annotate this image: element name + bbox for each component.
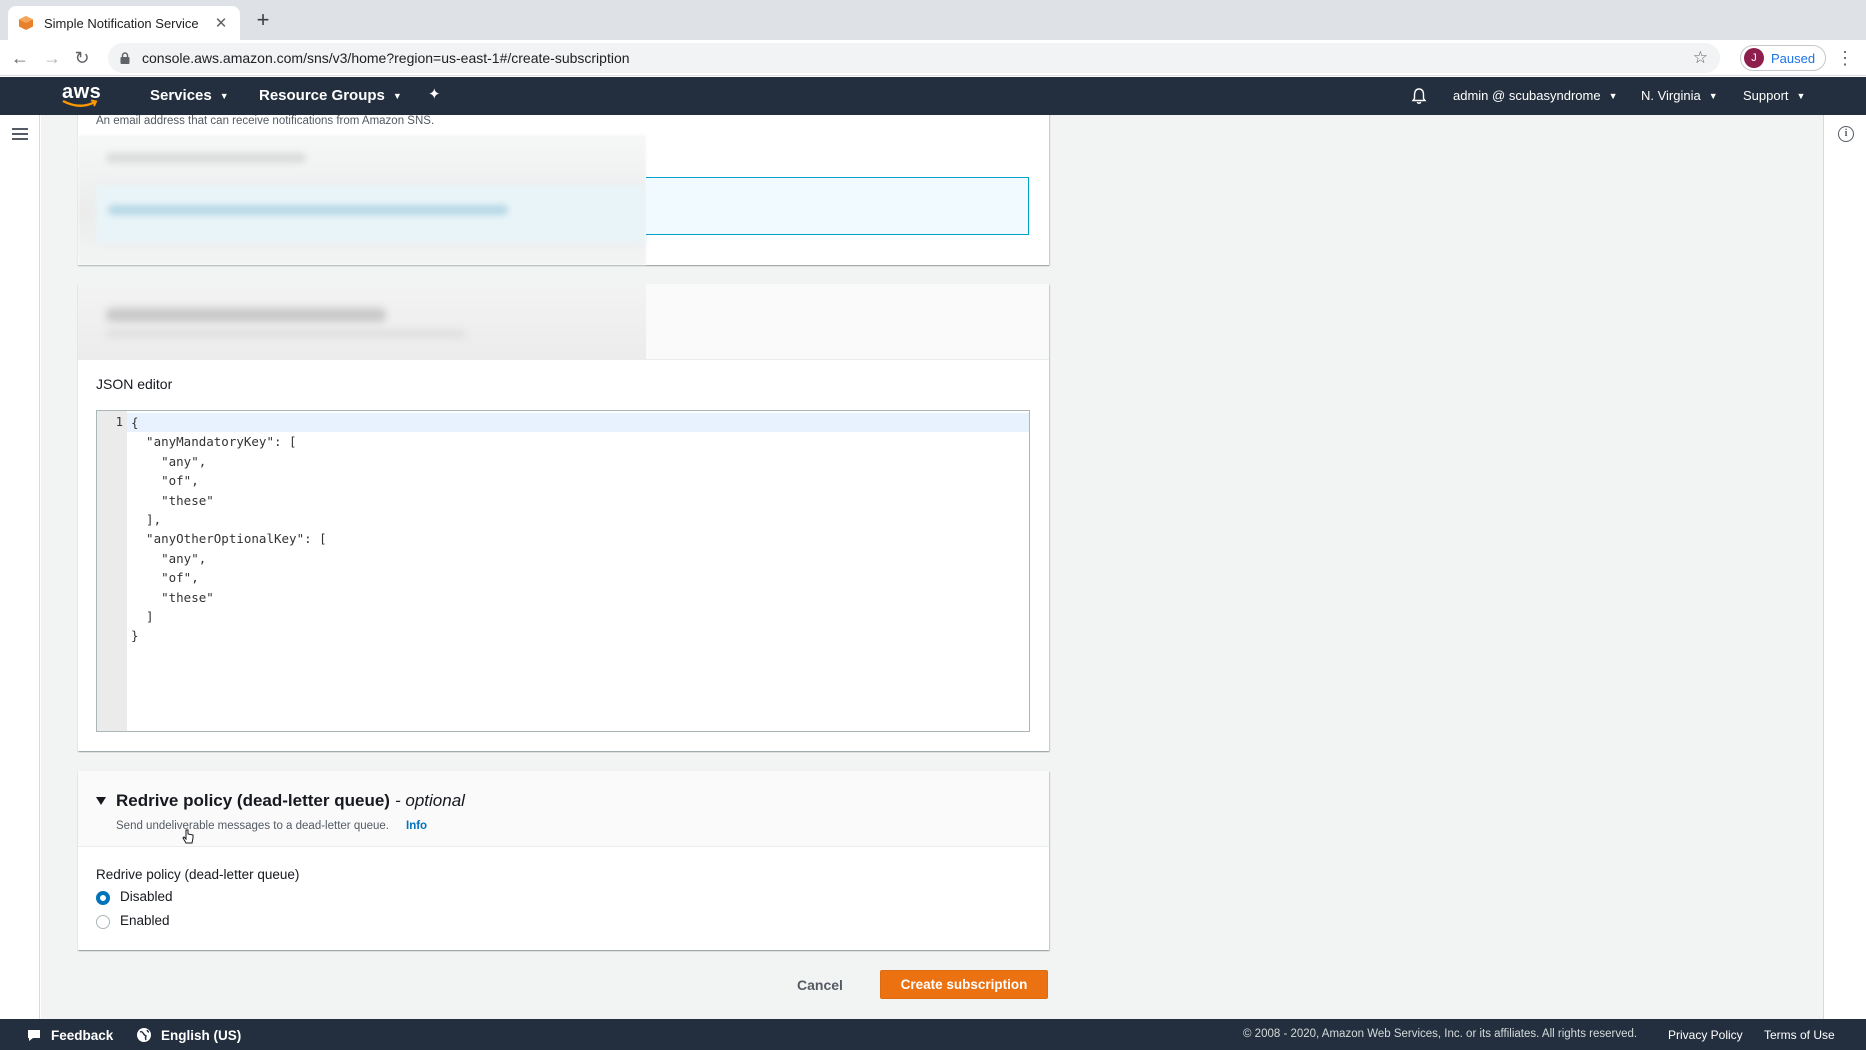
region-menu[interactable]: N. Virginia ▼	[1641, 88, 1718, 103]
code-line: "these"	[131, 492, 214, 508]
aws-console-header: aws Services ▼ Resource Groups ▼ ✦ admin…	[0, 77, 1866, 115]
language-selector[interactable]: English (US)	[136, 1027, 241, 1043]
blurred-value	[108, 205, 508, 215]
browser-tab-bar: Simple Notification Service ✕ +	[0, 0, 1866, 40]
code-line: "anyOtherOptionalKey": [	[131, 531, 327, 547]
forward-arrow-icon[interactable]: →	[40, 46, 64, 70]
account-menu[interactable]: admin @ scubasyndrome ▼	[1453, 88, 1618, 103]
redrive-policy-header[interactable]: Redrive policy (dead-letter queue) - opt…	[78, 771, 1049, 847]
mouse-cursor-icon	[182, 829, 194, 844]
code-line: "these"	[131, 589, 214, 605]
info-icon[interactable]: i	[1838, 126, 1854, 142]
active-line-highlight	[127, 413, 1029, 432]
radio-enabled-label[interactable]: Enabled	[120, 913, 170, 928]
privacy-policy-link[interactable]: Privacy Policy	[1668, 1028, 1743, 1042]
cancel-button[interactable]: Cancel	[797, 977, 843, 993]
info-link[interactable]: Info	[406, 820, 427, 832]
left-nav-rail	[0, 115, 40, 1019]
blurred-label	[106, 153, 306, 163]
pin-icon[interactable]: ✦	[428, 85, 441, 103]
redrive-description: Send undeliverable messages to a dead-le…	[116, 820, 389, 832]
main-content: An email address that can receive notifi…	[41, 115, 1823, 1019]
services-label: Services	[150, 87, 212, 104]
code-line: "anyMandatoryKey": [	[131, 434, 297, 450]
code-line: {	[131, 415, 139, 430]
browser-toolbar: ← → ↻ console.aws.amazon.com/sns/v3/home…	[0, 40, 1866, 76]
optional-label: - optional	[395, 791, 465, 810]
code-line: "any",	[131, 550, 207, 566]
endpoint-hint: An email address that can receive notifi…	[96, 115, 435, 127]
profile-button[interactable]: J Paused	[1740, 45, 1826, 71]
bell-icon[interactable]	[1410, 87, 1428, 105]
speech-bubble-icon	[28, 1030, 40, 1041]
code-line: }	[131, 628, 139, 644]
close-tab-icon[interactable]: ✕	[212, 14, 230, 32]
bookmark-star-icon[interactable]: ☆	[1693, 48, 1708, 68]
line-number: 1	[115, 415, 123, 429]
code-line: "any",	[131, 453, 207, 469]
blurred-region	[78, 135, 646, 265]
redrive-title: Redrive policy (dead-letter queue)	[116, 791, 390, 810]
filter-policy-header	[78, 284, 1049, 360]
redrive-group-label: Redrive policy (dead-letter queue)	[96, 867, 300, 882]
json-editor[interactable]: 1 { "anyMandatoryKey": [ "any", "of", "t…	[96, 410, 1030, 732]
code-line: ],	[131, 512, 162, 527]
help-panel-rail: i	[1823, 115, 1866, 1019]
endpoint-input[interactable]	[646, 177, 1029, 235]
account-label: admin @ scubasyndrome	[1453, 88, 1601, 103]
chevron-down-icon: ▼	[392, 90, 402, 101]
aws-logo[interactable]: aws	[58, 81, 102, 111]
address-bar[interactable]: console.aws.amazon.com/sns/v3/home?regio…	[108, 43, 1720, 73]
language-label: English (US)	[161, 1027, 242, 1043]
radio-disabled[interactable]	[96, 891, 110, 905]
blurred-region	[78, 284, 646, 360]
new-tab-icon[interactable]: +	[252, 9, 274, 32]
code-line: "of",	[131, 473, 199, 489]
globe-icon	[137, 1028, 151, 1042]
support-label: Support	[1743, 88, 1789, 103]
feedback-button[interactable]: Feedback	[26, 1027, 113, 1043]
filter-policy-panel: JSON editor 1 { "anyMandatoryKey": [ "an…	[78, 284, 1049, 751]
chevron-down-icon: ▼	[1708, 90, 1718, 101]
radio-enabled[interactable]	[96, 915, 110, 929]
aws-favicon-icon	[19, 16, 33, 30]
chevron-down-icon: ▼	[1608, 90, 1618, 101]
tab-title: Simple Notification Service	[44, 15, 199, 31]
profile-status: Paused	[1771, 50, 1816, 66]
resource-groups-menu[interactable]: Resource Groups ▼	[259, 87, 402, 104]
back-arrow-icon[interactable]: ←	[8, 46, 32, 70]
editor-gutter: 1	[97, 411, 127, 731]
radio-disabled-label[interactable]: Disabled	[120, 889, 173, 904]
lock-icon	[120, 52, 130, 64]
browser-menu-icon[interactable]: ⋮	[1836, 48, 1854, 68]
browser-tab[interactable]: Simple Notification Service ✕	[8, 6, 240, 40]
details-panel: An email address that can receive notifi…	[78, 115, 1049, 265]
chevron-down-icon: ▼	[1796, 90, 1806, 101]
redrive-policy-panel: Redrive policy (dead-letter queue) - opt…	[78, 771, 1049, 950]
support-menu[interactable]: Support ▼	[1743, 88, 1805, 103]
console-footer: Feedback English (US) © 2008 - 2020, Ama…	[0, 1019, 1866, 1050]
code-line: "of",	[131, 570, 199, 586]
json-editor-label: JSON editor	[96, 376, 173, 392]
blurred-title	[106, 308, 386, 322]
region-label: N. Virginia	[1641, 88, 1701, 103]
copyright-text: © 2008 - 2020, Amazon Web Services, Inc.…	[1243, 1028, 1638, 1040]
chevron-down-icon: ▼	[219, 90, 229, 101]
url-text: console.aws.amazon.com/sns/v3/home?regio…	[142, 50, 630, 66]
code-line: ]	[131, 609, 154, 624]
avatar: J	[1744, 48, 1764, 68]
caret-down-icon[interactable]	[96, 797, 106, 805]
resource-groups-label: Resource Groups	[259, 87, 385, 104]
hamburger-menu-icon[interactable]	[12, 128, 28, 140]
blurred-description	[106, 330, 466, 338]
reload-icon[interactable]: ↻	[70, 46, 94, 70]
aws-smile-icon	[62, 99, 98, 107]
feedback-label: Feedback	[51, 1027, 114, 1043]
services-menu[interactable]: Services ▼	[150, 87, 229, 104]
terms-of-use-link[interactable]: Terms of Use	[1764, 1028, 1835, 1042]
create-subscription-button[interactable]: Create subscription	[880, 970, 1048, 999]
